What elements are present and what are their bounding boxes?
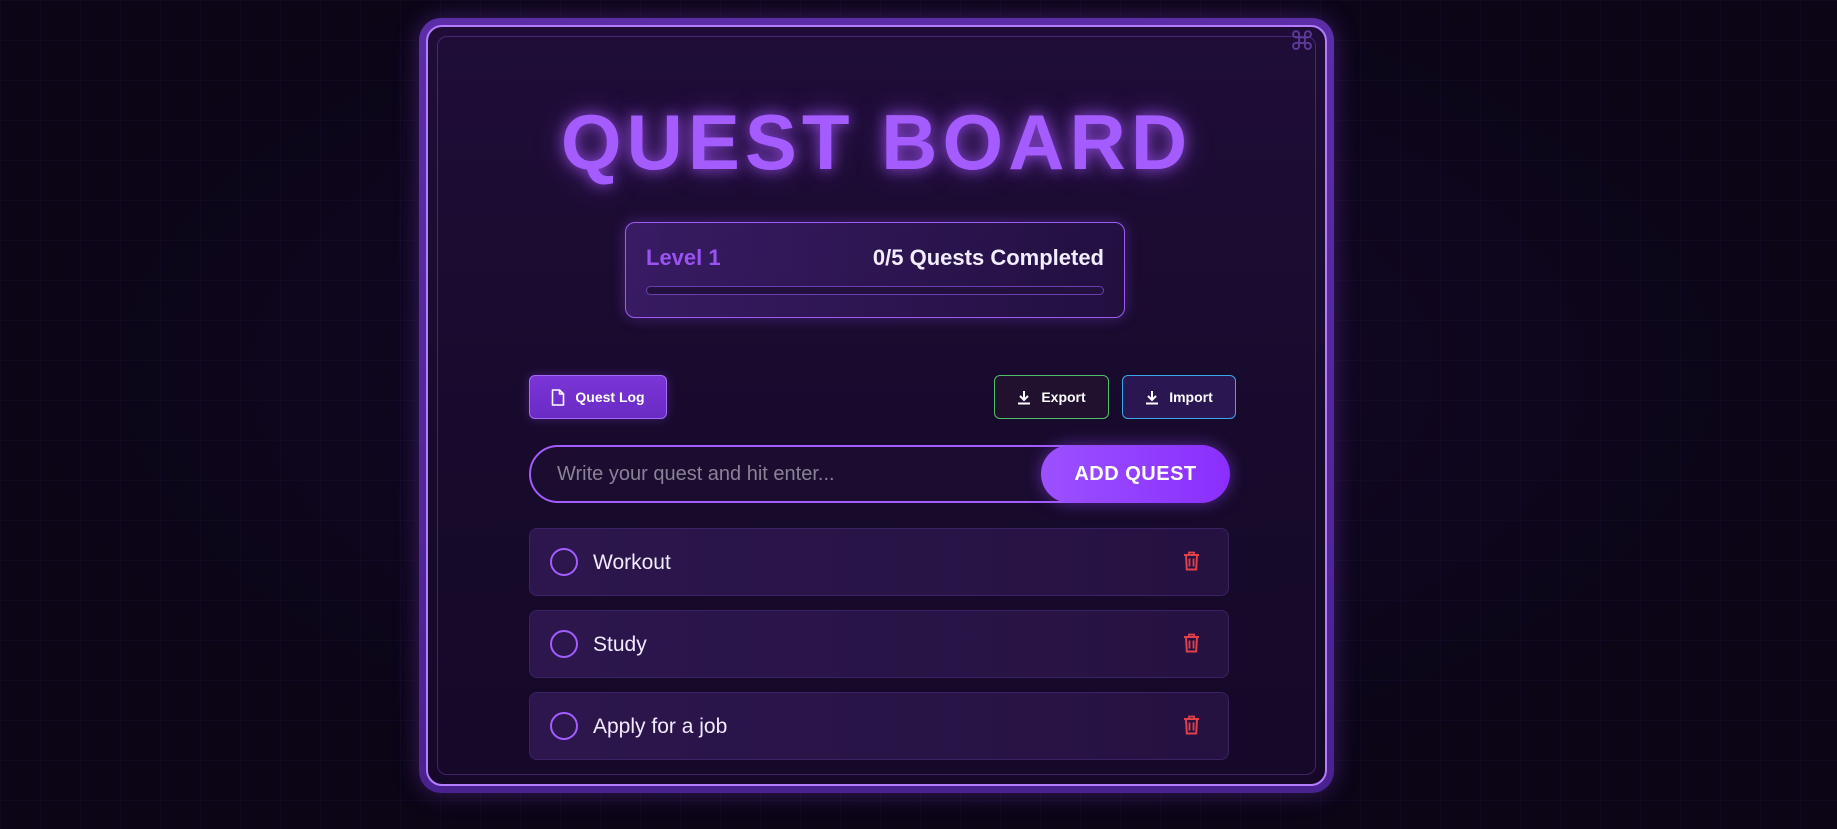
export-button[interactable]: Export <box>994 375 1109 419</box>
import-label: Import <box>1169 389 1213 405</box>
quest-board-panel: ⌘ QUEST BOARD Level 1 0/5 Quests Complet… <box>426 25 1327 786</box>
quest-text: Study <box>593 633 647 656</box>
document-icon <box>551 388 565 406</box>
quest-log-button[interactable]: Quest Log <box>529 375 667 419</box>
quest-complete-checkbox[interactable] <box>550 712 578 740</box>
quest-board-frame: ⌘ QUEST BOARD Level 1 0/5 Quests Complet… <box>419 18 1334 793</box>
quest-item[interactable]: Workout <box>529 528 1229 596</box>
command-icon[interactable]: ⌘ <box>1289 29 1315 55</box>
export-label: Export <box>1041 389 1086 405</box>
add-quest-button[interactable]: ADD QUEST <box>1041 445 1230 503</box>
quest-text: Workout <box>593 551 671 574</box>
trash-icon[interactable] <box>1183 551 1200 576</box>
quest-complete-checkbox[interactable] <box>550 630 578 658</box>
quest-item[interactable]: Study <box>529 610 1229 678</box>
quest-complete-checkbox[interactable] <box>550 548 578 576</box>
progress-bar <box>646 286 1104 295</box>
page-title: QUEST BOARD <box>560 98 1193 186</box>
quest-text: Apply for a job <box>593 715 728 738</box>
quests-completed-count: 0/5 Quests Completed <box>872 245 1104 270</box>
trash-icon[interactable] <box>1183 633 1200 658</box>
level-label: Level 1 <box>646 245 721 270</box>
quest-log-label: Quest Log <box>575 389 645 405</box>
quest-item[interactable]: Apply for a job <box>529 692 1229 760</box>
download-icon <box>1017 390 1031 405</box>
download-icon <box>1145 390 1159 405</box>
trash-icon[interactable] <box>1183 715 1200 740</box>
import-button[interactable]: Import <box>1122 375 1236 419</box>
progress-card: Level 1 0/5 Quests Completed <box>625 222 1125 318</box>
quest-input[interactable] <box>555 447 1029 501</box>
